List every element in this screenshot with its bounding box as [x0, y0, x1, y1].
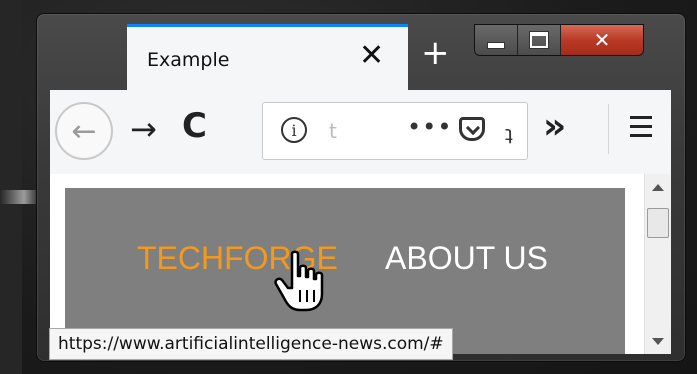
menu-line-icon	[630, 125, 652, 128]
maximize-button[interactable]	[518, 25, 561, 55]
page-content: TECHFORGE ABOUT US	[50, 174, 671, 354]
site-info-icon[interactable]: i	[281, 117, 307, 143]
forward-button[interactable]: →	[130, 110, 157, 148]
browser-window: ✕ Example ✕ + ← → C i t ••• ʇ » TECHFORG…	[36, 13, 686, 362]
tab-title: Example	[147, 49, 230, 71]
pocket-icon[interactable]	[459, 117, 485, 141]
desktop-edge	[0, 0, 22, 374]
desktop-background: ✕ Example ✕ + ← → C i t ••• ʇ » TECHFORG…	[0, 0, 697, 374]
desktop-edge-glint	[0, 190, 40, 204]
toolbar-separator	[608, 104, 609, 154]
url-text[interactable]: t	[329, 119, 337, 143]
window-controls: ✕	[474, 24, 644, 56]
maximize-icon	[530, 32, 548, 48]
tab-example[interactable]: Example ✕	[127, 24, 408, 90]
link-status-bar: https://www.artificialintelligence-news.…	[49, 328, 453, 360]
nav-link-about-us[interactable]: ABOUT US	[385, 240, 548, 277]
hand-pointer-cursor-icon	[274, 250, 324, 312]
page-actions-button[interactable]: •••	[407, 113, 452, 141]
bookmark-star-icon[interactable]: ʇ	[505, 121, 513, 145]
new-tab-button[interactable]: +	[421, 36, 450, 70]
toolbar-overflow-button[interactable]: »	[543, 106, 566, 147]
menu-line-icon	[630, 116, 652, 119]
close-window-button[interactable]: ✕	[561, 25, 643, 55]
scroll-down-arrow-icon[interactable]	[652, 338, 664, 345]
hamburger-menu-button[interactable]	[630, 116, 652, 143]
back-arrow-icon: ←	[71, 113, 97, 149]
tab-close-button[interactable]: ✕	[359, 41, 384, 71]
close-icon: ✕	[593, 28, 611, 52]
minimize-button[interactable]	[475, 25, 518, 55]
menu-line-icon	[630, 134, 652, 137]
url-bar[interactable]: i t ••• ʇ	[262, 102, 528, 160]
scroll-thumb[interactable]	[647, 208, 669, 238]
minimize-icon	[487, 41, 505, 49]
vertical-scrollbar[interactable]	[644, 174, 671, 354]
back-button[interactable]: ←	[55, 102, 113, 160]
reload-button[interactable]: C	[182, 106, 207, 146]
navigation-toolbar: ← → C i t ••• ʇ »	[50, 90, 671, 175]
scroll-up-arrow-icon[interactable]	[652, 184, 664, 191]
